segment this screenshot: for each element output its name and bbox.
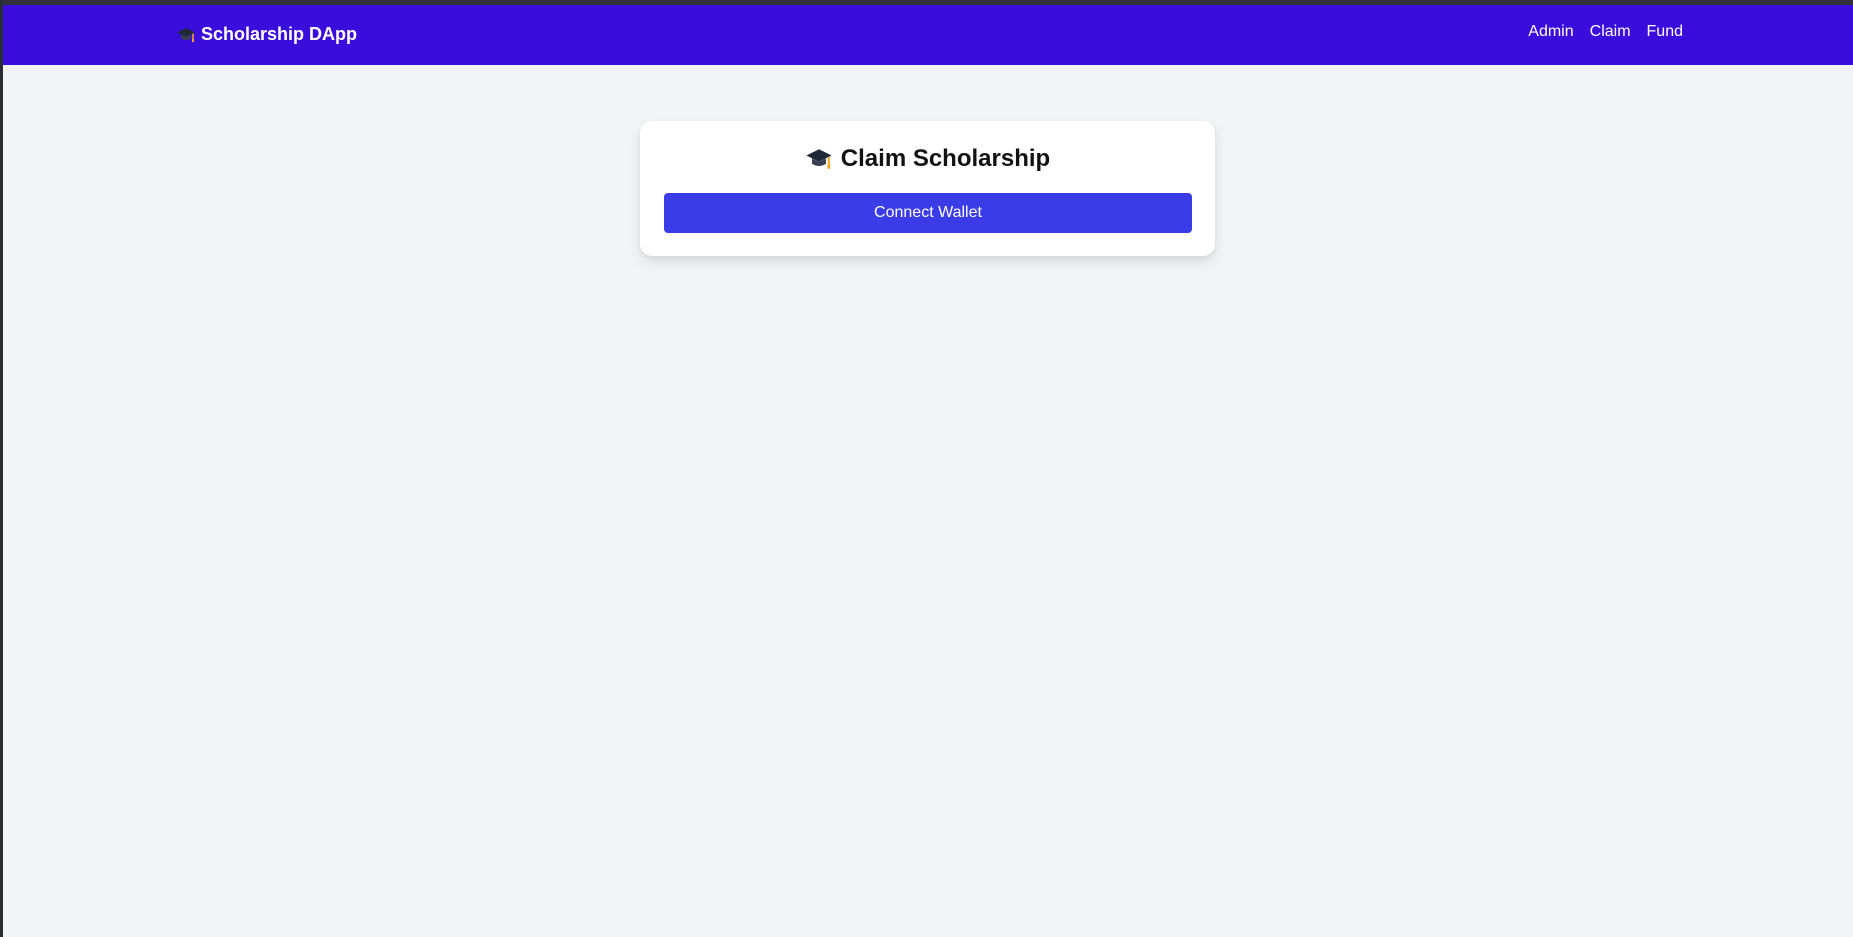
window-left-border bbox=[0, 0, 3, 937]
navbar: Scholarship DApp Admin Claim Fund bbox=[3, 5, 1853, 65]
card-title: Claim Scholarship bbox=[640, 145, 1215, 173]
nav-link-fund[interactable]: Fund bbox=[1647, 23, 1683, 41]
nav-link-claim[interactable]: Claim bbox=[1590, 23, 1631, 41]
claim-card: Claim Scholarship Connect Wallet bbox=[640, 121, 1215, 256]
graduation-cap-icon bbox=[176, 26, 196, 44]
nav-links: Admin Claim Fund bbox=[1528, 23, 1683, 41]
brand-label: Scholarship DApp bbox=[201, 24, 358, 44]
connect-wallet-button[interactable]: Connect Wallet bbox=[664, 193, 1192, 233]
brand[interactable]: Scholarship DApp bbox=[176, 24, 357, 45]
card-title-text: Claim Scholarship bbox=[840, 145, 1051, 172]
graduation-cap-icon bbox=[805, 146, 833, 172]
nav-link-admin[interactable]: Admin bbox=[1528, 23, 1573, 41]
